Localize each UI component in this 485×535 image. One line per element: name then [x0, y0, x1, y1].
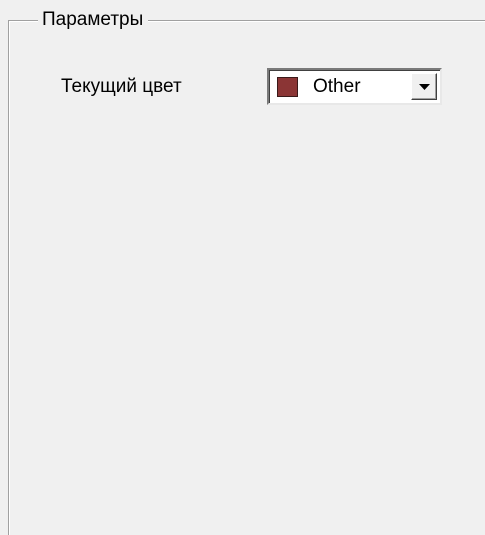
current-color-combobox[interactable]: Other: [267, 68, 442, 105]
dropdown-button[interactable]: [411, 73, 437, 100]
group-title: Параметры: [38, 8, 149, 32]
parameters-panel: Параметры Текущий цвет Other: [0, 0, 485, 535]
color-swatch: [277, 77, 298, 97]
chevron-down-icon: [419, 84, 430, 90]
current-color-label: Текущий цвет: [61, 76, 182, 97]
current-color-value: Other: [313, 76, 361, 97]
